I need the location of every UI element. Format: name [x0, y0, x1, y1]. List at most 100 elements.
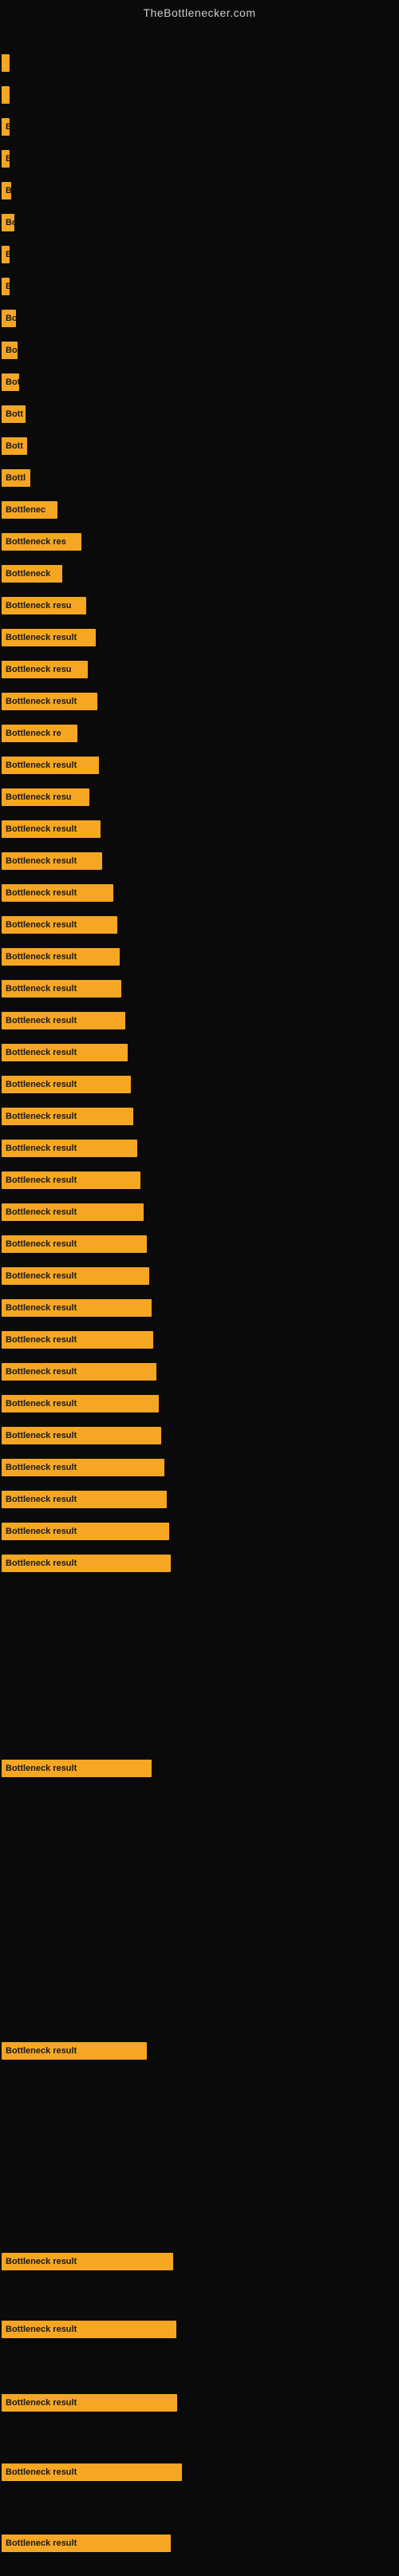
bar-label: Bottleneck result: [2, 852, 102, 870]
bar-label: Bottleneck result: [2, 916, 117, 934]
bar-row: Bottleneck result: [2, 1108, 133, 1125]
bar-label: Bottleneck result: [2, 1427, 161, 1444]
bar-row: Bo: [2, 214, 14, 231]
bar-row: Bottleneck result: [2, 1523, 169, 1540]
bar-row: Bottleneck result: [2, 1044, 128, 1061]
bar-row: B: [2, 246, 10, 263]
bar-label: Bottleneck resu: [2, 788, 89, 806]
bar-row: Bottlenec: [2, 501, 57, 519]
bar-row: Bottleneck result: [2, 1760, 152, 1777]
bar-row: Bottleneck: [2, 565, 62, 583]
bars-container: BBBBoBBBoBoBotBottBottBottlBottlenecBott…: [0, 22, 399, 2576]
bar-label: Bottleneck result: [2, 1044, 128, 1061]
bar-label: Bottleneck result: [2, 1267, 149, 1285]
bar-row: Bottleneck result: [2, 1363, 156, 1381]
bar-row: Bottleneck result: [2, 2463, 182, 2481]
bar-label: B: [2, 246, 10, 263]
bar-row: Bottleneck resu: [2, 597, 86, 614]
bar-row: B: [2, 150, 10, 168]
bar-label: Bottleneck: [2, 565, 62, 583]
bar-row: Bottleneck result: [2, 1235, 147, 1253]
bar-label: B: [2, 182, 11, 200]
bar-row: Bottleneck re: [2, 725, 77, 742]
bar-row: Bottleneck result: [2, 1076, 131, 1093]
bar-row: Bottleneck result: [2, 1171, 140, 1189]
bar-label: Bottleneck result: [2, 1140, 137, 1157]
bar-label: Bottl: [2, 469, 30, 487]
bar-label: Bottleneck result: [2, 1555, 171, 1572]
bar-row: Bottleneck res: [2, 533, 81, 551]
bar-row: Bottleneck result: [2, 1299, 152, 1317]
bar-label: Bottleneck result: [2, 980, 121, 998]
bar-label: Bottleneck result: [2, 1108, 133, 1125]
bar-label: Bo: [2, 214, 14, 231]
bar-label: Bottleneck re: [2, 725, 77, 742]
bar-row: Bottleneck result: [2, 693, 97, 710]
bar-row: Bottleneck result: [2, 1395, 159, 1412]
bar-label: Bottleneck result: [2, 1012, 125, 1029]
bar-row: Bottleneck result: [2, 852, 102, 870]
bar-row: Bottleneck result: [2, 1427, 161, 1444]
bar-label: Bottleneck result: [2, 2042, 147, 2060]
bar-row: Bottleneck result: [2, 1491, 167, 1508]
bar-row: Bottleneck resu: [2, 661, 88, 678]
bar-label: Bottleneck result: [2, 1395, 159, 1412]
bar-label: Bottleneck result: [2, 2321, 176, 2338]
bar-label: Bott: [2, 437, 27, 455]
bar-row: Bot: [2, 373, 19, 391]
bar-label: B: [2, 118, 10, 136]
bar-label: Bottleneck result: [2, 1171, 140, 1189]
bar-row: Bottleneck result: [2, 2321, 176, 2338]
bar-label: B: [2, 150, 10, 168]
bar-row: Bottleneck resu: [2, 788, 89, 806]
bar-row: Bo: [2, 342, 18, 359]
bar-row: [2, 86, 10, 104]
bar-row: Bottleneck result: [2, 948, 120, 966]
bar-label: Bottleneck result: [2, 1459, 164, 1476]
bar-label: Bottleneck result: [2, 2535, 171, 2552]
bar-label: Bottleneck res: [2, 533, 81, 551]
bar-row: Bottleneck result: [2, 980, 121, 998]
bar-row: Bottleneck result: [2, 1012, 125, 1029]
bar-row: Bottleneck result: [2, 1555, 171, 1572]
bar-label: Bottleneck result: [2, 2253, 173, 2270]
bar-label: [2, 54, 10, 72]
bar-row: Bottleneck result: [2, 1203, 144, 1221]
site-title: TheBottlenecker.com: [0, 0, 399, 22]
bar-row: Bottleneck result: [2, 2394, 177, 2412]
bar-label: Bottleneck result: [2, 1076, 131, 1093]
bar-label: Bottleneck result: [2, 1523, 169, 1540]
bar-label: Bo: [2, 310, 16, 327]
bar-label: Bottleneck result: [2, 948, 120, 966]
bar-row: B: [2, 118, 10, 136]
bar-row: B: [2, 278, 10, 295]
bar-label: Bottleneck result: [2, 884, 113, 902]
bar-row: Bottleneck result: [2, 820, 101, 838]
bar-row: Bottleneck result: [2, 2253, 173, 2270]
bar-label: Bottleneck result: [2, 2394, 177, 2412]
bar-label: Bottleneck result: [2, 1491, 167, 1508]
bar-label: Bottleneck resu: [2, 661, 88, 678]
bar-label: Bott: [2, 405, 26, 423]
bar-label: B: [2, 278, 10, 295]
bar-label: Bottleneck result: [2, 1299, 152, 1317]
bar-row: Bottleneck result: [2, 2535, 171, 2552]
bar-row: Bottleneck result: [2, 1331, 153, 1349]
bar-label: Bottleneck result: [2, 1363, 156, 1381]
bar-label: Bottleneck result: [2, 2463, 182, 2481]
bar-label: Bottlenec: [2, 501, 57, 519]
bar-label: Bottleneck result: [2, 1203, 144, 1221]
bar-row: Bottleneck result: [2, 629, 96, 646]
bar-label: Bottleneck result: [2, 693, 97, 710]
bar-row: Bottleneck result: [2, 757, 99, 774]
bar-row: Bottleneck result: [2, 2042, 147, 2060]
bar-label: Bo: [2, 342, 18, 359]
bar-label: Bottleneck result: [2, 629, 96, 646]
bar-label: Bottleneck result: [2, 757, 99, 774]
bar-row: Bott: [2, 437, 27, 455]
bar-row: B: [2, 182, 11, 200]
bar-row: Bottl: [2, 469, 30, 487]
bar-label: [2, 86, 10, 104]
bar-row: Bottleneck result: [2, 1459, 164, 1476]
bar-label: Bottleneck result: [2, 820, 101, 838]
